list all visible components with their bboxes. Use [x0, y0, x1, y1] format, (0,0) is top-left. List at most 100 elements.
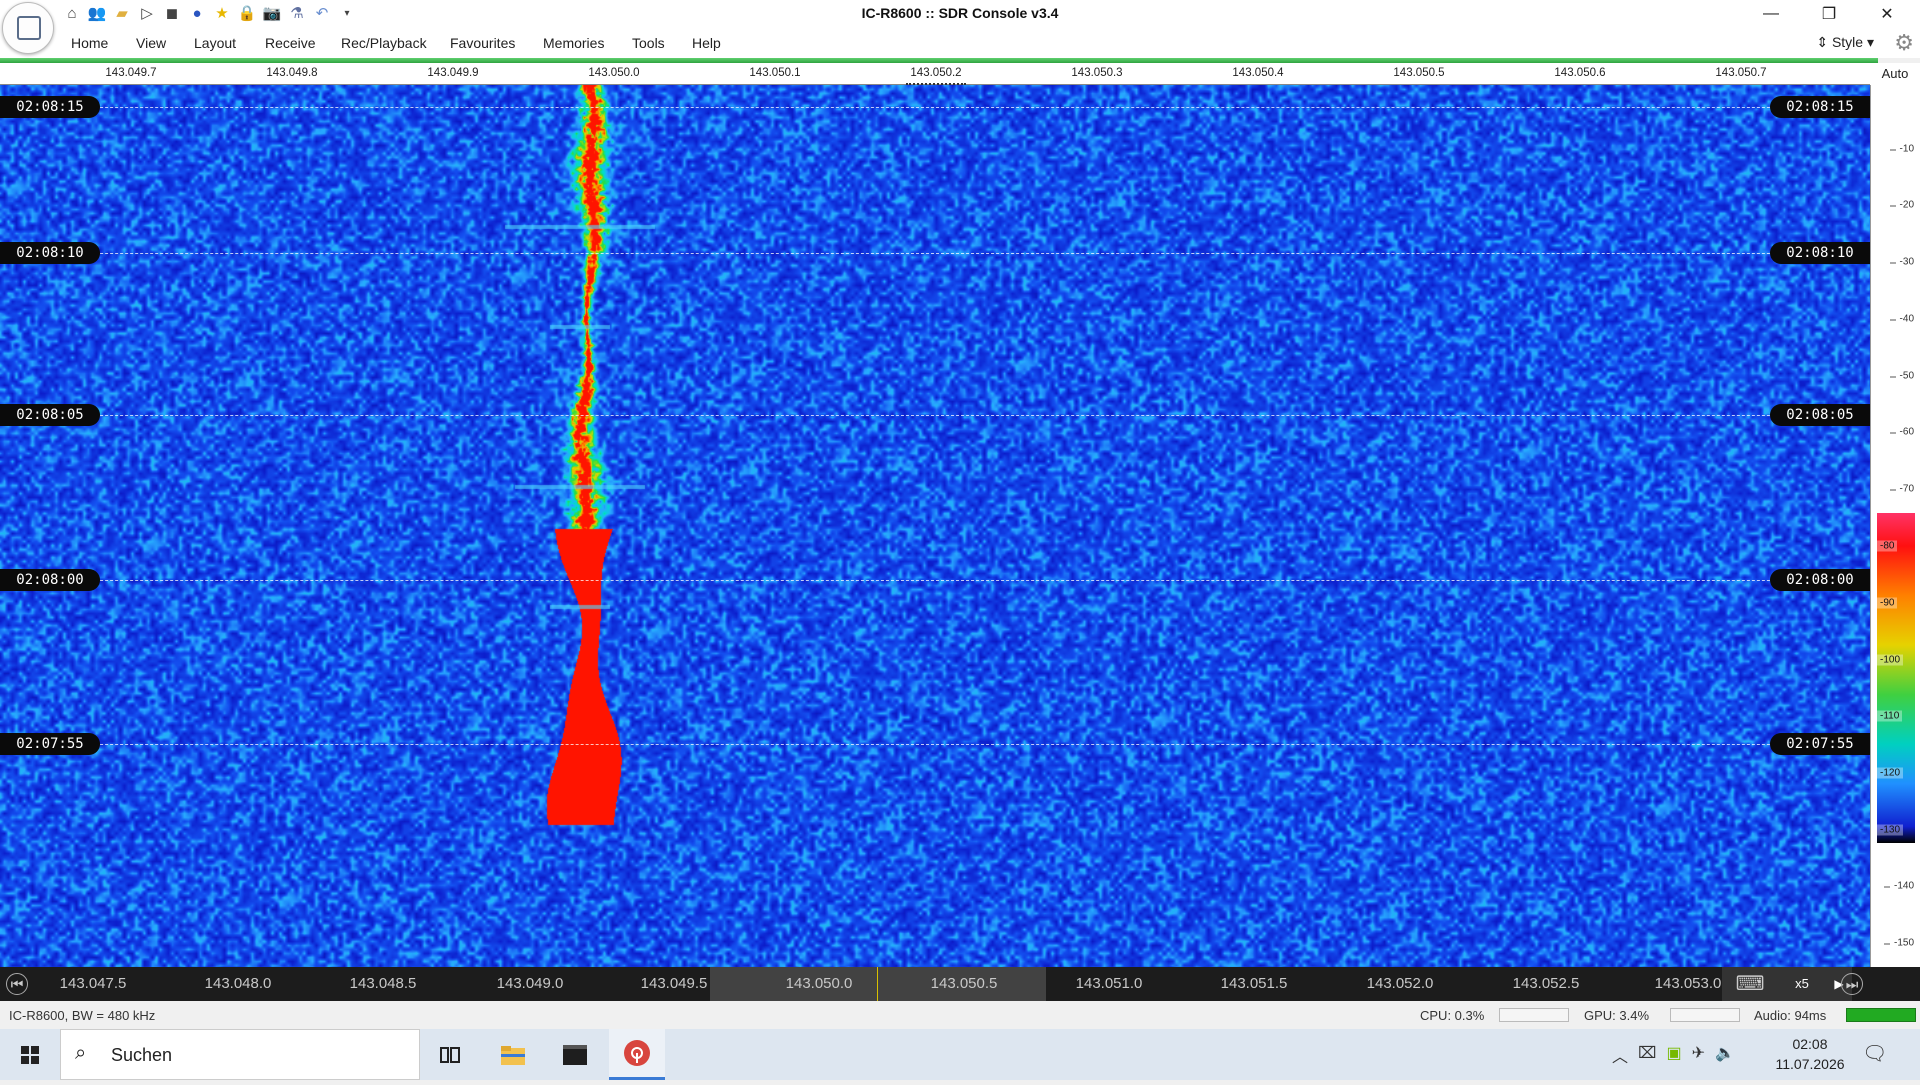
audio-level-meter: [1846, 1008, 1916, 1022]
sdr-console-button[interactable]: [609, 1029, 665, 1080]
db-label: -150: [1883, 937, 1914, 949]
keyboard-icon[interactable]: ⌨: [1722, 967, 1778, 1001]
windows-icon: [21, 1046, 39, 1064]
db-scale[interactable]: -10 -20 -30 -40 -50 -60 -70 -80 -90 -100…: [1870, 85, 1920, 967]
network-icon[interactable]: ⌧: [1638, 1043, 1656, 1067]
freq-label: 143.049.0: [496, 975, 564, 992]
menu-favourites[interactable]: Favourites: [450, 35, 515, 51]
notification-icon[interactable]: 🗨: [1862, 1041, 1887, 1066]
terminal-button[interactable]: [547, 1029, 603, 1080]
style-menu[interactable]: ⇕ Style ▾: [1816, 34, 1874, 51]
menu-rec-playback[interactable]: Rec/Playback: [341, 35, 427, 51]
freq-label: 143.050.7: [1715, 67, 1767, 79]
style-label: Style: [1831, 34, 1864, 50]
timestamp-right: 02:08:15: [1770, 96, 1870, 118]
timestamp-left: 02:08:15: [0, 96, 100, 118]
taskbar-clock[interactable]: 02:08 11.07.2026: [1768, 1034, 1852, 1074]
freq-label: 143.049.7: [105, 67, 157, 79]
menu-view[interactable]: View: [136, 35, 166, 51]
taskbar: ⌕ Suchen ︿ ⌧ ▣ ✈ 🔈 02:08 11.07.2026 🗨: [0, 1029, 1920, 1080]
timestamp-left: 02:08:05: [0, 404, 100, 426]
freq-label: 143.050.5: [1393, 67, 1445, 79]
timestamp-right: 02:08:10: [1770, 242, 1870, 264]
airplane-icon[interactable]: ✈: [1692, 1043, 1705, 1067]
gradient-db-label: -130: [1877, 824, 1904, 836]
folder-icon: [501, 1045, 525, 1065]
app-logo-icon: [17, 16, 41, 40]
restore-button[interactable]: ❐: [1806, 0, 1852, 28]
menu-memories[interactable]: Memories: [543, 35, 604, 51]
center-frequency-marker: [877, 967, 878, 1001]
clock-time: 02:08: [1792, 1036, 1828, 1052]
freq-label: 143.050.6: [1554, 67, 1606, 79]
db-label: -50: [1889, 370, 1914, 382]
search-placeholder: Suchen: [111, 1045, 173, 1065]
freq-label: 143.050.2: [910, 67, 962, 79]
scroll-right-icon[interactable]: ⏭: [1841, 973, 1863, 995]
time-gridline: [0, 580, 1870, 581]
frequency-scale[interactable]: 143.049.7 143.049.8 143.049.9 143.050.0 …: [0, 63, 1870, 85]
freq-label: 143.052.5: [1512, 975, 1580, 992]
menu-tools[interactable]: Tools: [632, 35, 665, 51]
status-bar: IC-R8600, BW = 480 kHz CPU: 0.3% GPU: 3.…: [0, 1001, 1920, 1029]
db-label: -30: [1889, 256, 1914, 268]
timestamp-right: 02:07:55: [1770, 733, 1870, 755]
freq-label: 143.049.9: [427, 67, 479, 79]
window-title: IC-R8600 :: SDR Console v3.4: [861, 5, 1059, 21]
auto-scale-button[interactable]: Auto: [1870, 63, 1920, 85]
waterfall-display[interactable]: 02:08:15 02:08:10 02:08:05 02:08:00 02:0…: [0, 85, 1870, 967]
close-button[interactable]: ✕: [1864, 0, 1910, 28]
gpu-tray-icon[interactable]: ▣: [1666, 1043, 1681, 1067]
bottom-frequency-bar[interactable]: ⏮ 143.047.5 143.048.0 143.048.5 143.049.…: [0, 967, 1920, 1001]
cpu-status: CPU: 0.3%: [1420, 1008, 1485, 1023]
speaker-icon[interactable]: 🔈: [1715, 1043, 1735, 1067]
freq-label: 143.049.5: [640, 975, 708, 992]
db-label: -40: [1889, 313, 1914, 325]
time-gridline: [0, 744, 1870, 745]
db-label: -60: [1889, 426, 1914, 438]
menu-layout[interactable]: Layout: [194, 35, 236, 51]
gradient-db-label: -80: [1877, 540, 1898, 552]
scroll-left-icon[interactable]: ⏮: [6, 973, 28, 995]
menu-home[interactable]: Home: [71, 35, 108, 51]
task-view-button[interactable]: [422, 1029, 478, 1080]
cpu-meter: [1499, 1008, 1569, 1022]
color-gradient-bar[interactable]: [1877, 513, 1915, 843]
freq-label: 143.050.0: [588, 67, 640, 79]
clock-date: 11.07.2026: [1775, 1056, 1845, 1072]
file-explorer-button[interactable]: [485, 1029, 541, 1080]
freq-label: 143.051.0: [1075, 975, 1143, 992]
taskbar-search[interactable]: ⌕ Suchen: [60, 1029, 420, 1080]
timestamp-right: 02:08:05: [1770, 404, 1870, 426]
menu-help[interactable]: Help: [692, 35, 721, 51]
gradient-db-label: -90: [1877, 597, 1898, 609]
zoom-select[interactable]: x5: [1778, 967, 1826, 1001]
gear-icon[interactable]: ⚙: [1894, 30, 1914, 56]
start-button[interactable]: [0, 1029, 60, 1080]
gradient-db-label: -110: [1877, 710, 1903, 722]
gpu-status: GPU: 3.4%: [1584, 1008, 1650, 1023]
search-icon: ⌕: [75, 1042, 87, 1064]
chevron-up-icon[interactable]: ︿: [1612, 1043, 1628, 1067]
freq-label: 143.050.4: [1232, 67, 1284, 79]
gpu-meter: [1670, 1008, 1740, 1022]
timestamp-left: 02:08:00: [0, 569, 100, 591]
style-icon: ⇕: [1816, 34, 1832, 50]
minimize-button[interactable]: —: [1748, 0, 1794, 28]
freq-label: 143.053.0: [1654, 975, 1722, 992]
freq-label: 143.052.0: [1366, 975, 1434, 992]
freq-label: 143.050.1: [749, 67, 801, 79]
task-view-icon: [440, 1046, 460, 1063]
freq-label: 143.050.0: [785, 975, 853, 992]
db-label: -70: [1889, 483, 1914, 495]
device-status: IC-R8600, BW = 480 kHz: [9, 1008, 156, 1023]
terminal-icon: [563, 1044, 587, 1065]
sdr-console-icon: [624, 1040, 650, 1066]
db-label: -10: [1889, 143, 1914, 155]
freq-label: 143.050.3: [1071, 67, 1123, 79]
waterfall-canvas[interactable]: [0, 85, 1870, 967]
system-tray: ︿ ⌧ ▣ ✈ 🔈: [1612, 1043, 1735, 1067]
menu-receive[interactable]: Receive: [265, 35, 316, 51]
timestamp-left: 02:08:10: [0, 242, 100, 264]
app-menu-button[interactable]: [2, 2, 54, 54]
